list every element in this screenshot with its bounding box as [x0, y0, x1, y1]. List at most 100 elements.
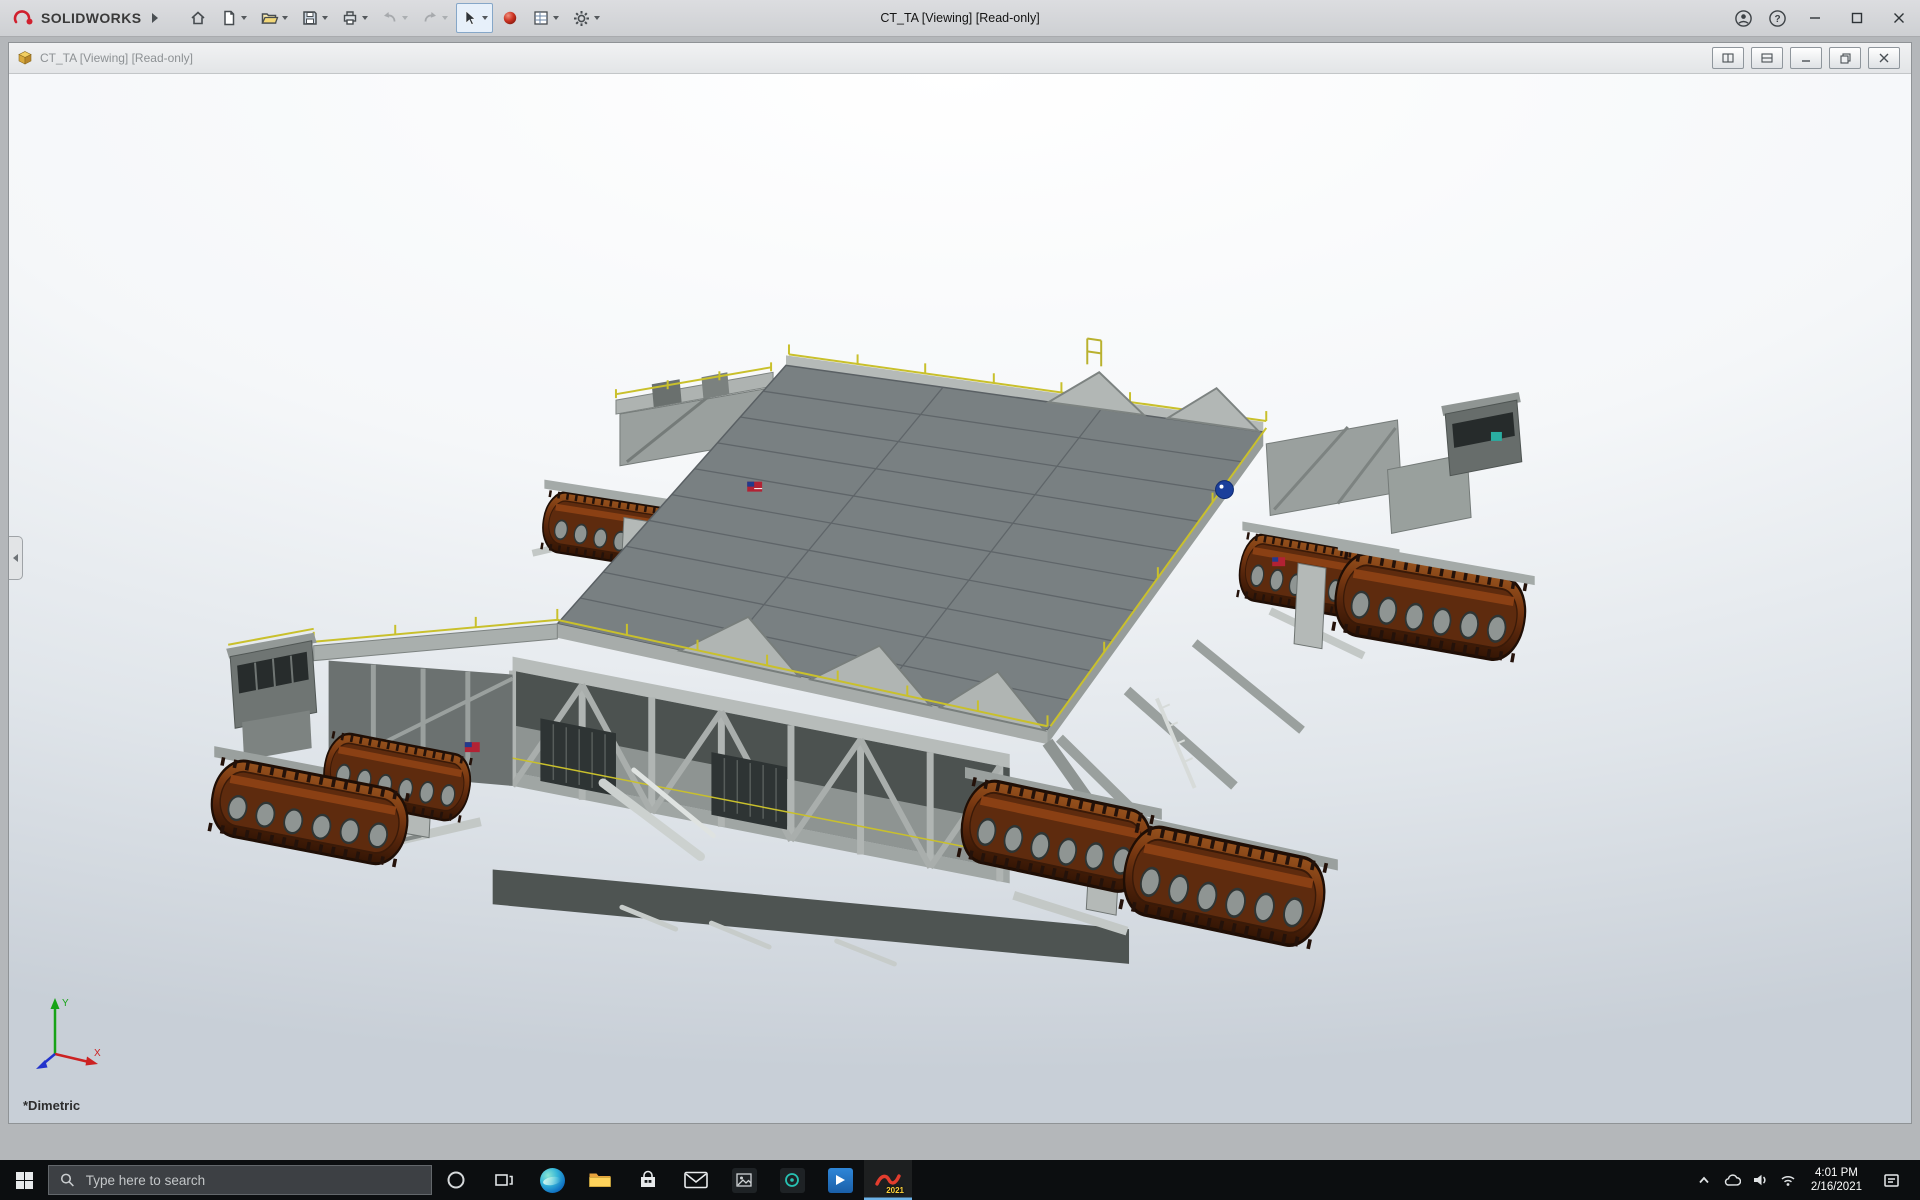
appearance-button[interactable]: [496, 3, 524, 33]
task-view-button[interactable]: [480, 1160, 528, 1200]
gear-icon: [572, 9, 591, 28]
crawler-transporter-model[interactable]: [9, 74, 1911, 1123]
minimize-button[interactable]: [1794, 0, 1836, 36]
doc-pane-button-1[interactable]: [1712, 47, 1744, 69]
media-app-button[interactable]: [768, 1160, 816, 1200]
dropdown-arrow-icon[interactable]: [282, 16, 288, 20]
windows-start-icon: [16, 1172, 33, 1189]
taskbar-search[interactable]: [48, 1165, 432, 1195]
print-icon: [341, 9, 359, 27]
cortana-icon: [445, 1169, 467, 1191]
help-button[interactable]: ?: [1760, 0, 1794, 36]
movies-app-button[interactable]: [816, 1160, 864, 1200]
document-window-controls: [1712, 47, 1903, 69]
y-axis-label: Y: [62, 998, 69, 1009]
search-icon: [60, 1172, 75, 1188]
dropdown-arrow-icon[interactable]: [241, 16, 247, 20]
doc-pane-button-2[interactable]: [1751, 47, 1783, 69]
dropdown-arrow-icon[interactable]: [553, 16, 559, 20]
menu-expand-icon[interactable]: [152, 13, 158, 23]
dropdown-arrow-icon[interactable]: [362, 16, 368, 20]
clock-date: 2/16/2021: [1811, 1180, 1862, 1194]
media-icon: [780, 1168, 805, 1193]
solidworks-version-badge: 2021: [886, 1186, 904, 1195]
model-viewport[interactable]: Y X *Dimetric: [9, 74, 1911, 1123]
mail-button[interactable]: [672, 1160, 720, 1200]
open-folder-icon: [260, 9, 279, 27]
onedrive-button[interactable]: [1718, 1160, 1746, 1200]
pane-icon: [1761, 53, 1773, 63]
network-button[interactable]: [1774, 1160, 1802, 1200]
save-icon: [301, 9, 319, 27]
minimize-icon: [1801, 53, 1811, 63]
brand-text: SOLIDWORKS: [41, 10, 141, 26]
open-document-button[interactable]: [255, 3, 293, 33]
start-button[interactable]: [0, 1160, 48, 1200]
doc-minimize-button[interactable]: [1790, 47, 1822, 69]
help-icon: ?: [1768, 9, 1787, 28]
quick-access-toolbar: [184, 3, 605, 33]
dropdown-arrow-icon[interactable]: [482, 16, 488, 20]
edge-button[interactable]: [528, 1160, 576, 1200]
photos-icon: [732, 1168, 757, 1193]
sheet-icon: [532, 9, 550, 27]
solidworks-application: SOLIDWORKS: [0, 0, 1920, 1200]
titlebar-right-controls: ?: [1726, 0, 1920, 36]
x-axis-label: X: [94, 1048, 101, 1059]
select-tool-button[interactable]: [456, 3, 493, 33]
close-button[interactable]: [1878, 0, 1920, 36]
print-button[interactable]: [336, 3, 373, 33]
pane-icon: [1722, 53, 1734, 63]
document-titlebar[interactable]: CT_TA [Viewing] [Read-only]: [9, 43, 1911, 74]
task-view-icon: [494, 1171, 514, 1189]
store-button[interactable]: [624, 1160, 672, 1200]
new-document-icon: [220, 9, 238, 27]
solidworks-logo[interactable]: SOLIDWORKS: [0, 8, 168, 28]
featuremanager-collapse-handle[interactable]: [9, 536, 23, 580]
assembly-document-icon: [17, 50, 33, 66]
redo-button[interactable]: [416, 3, 453, 33]
hidden-icons-button[interactable]: [1690, 1160, 1718, 1200]
evaluate-sheet-button[interactable]: [527, 3, 564, 33]
cortana-button[interactable]: [432, 1160, 480, 1200]
minimize-icon: [1809, 12, 1821, 24]
account-icon: [1734, 9, 1753, 28]
app-titlebar: SOLIDWORKS: [0, 0, 1920, 37]
y-axis-icon: [51, 998, 60, 1009]
photos-app-button[interactable]: [720, 1160, 768, 1200]
close-icon: [1893, 12, 1905, 24]
ds-logo-icon: [12, 8, 34, 28]
solidworks-taskbar-button[interactable]: 2021: [864, 1160, 912, 1200]
doc-restore-button[interactable]: [1829, 47, 1861, 69]
model-rear-right-tracks[interactable]: [1235, 521, 1535, 663]
chevron-up-icon: [1697, 1174, 1711, 1186]
dropdown-arrow-icon[interactable]: [322, 16, 328, 20]
doc-close-button[interactable]: [1868, 47, 1900, 69]
action-center-button[interactable]: [1871, 1160, 1913, 1200]
select-cursor-icon: [461, 9, 479, 27]
taskbar-clock[interactable]: 4:01 PM 2/16/2021: [1802, 1166, 1871, 1194]
file-explorer-button[interactable]: [576, 1160, 624, 1200]
restore-icon: [1840, 53, 1851, 64]
dropdown-arrow-icon[interactable]: [402, 16, 408, 20]
maximize-button[interactable]: [1836, 0, 1878, 36]
file-explorer-icon: [588, 1170, 612, 1190]
volume-button[interactable]: [1746, 1160, 1774, 1200]
new-document-button[interactable]: [215, 3, 252, 33]
dropdown-arrow-icon[interactable]: [594, 16, 600, 20]
home-button[interactable]: [184, 3, 212, 33]
maximize-icon: [1851, 12, 1863, 24]
undo-button[interactable]: [376, 3, 413, 33]
model-right-end-structure[interactable]: [1266, 392, 1522, 533]
undo-icon: [381, 9, 399, 27]
windows-taskbar: 2021 4:01 PM: [0, 1160, 1920, 1200]
store-icon: [637, 1169, 659, 1191]
search-input[interactable]: [84, 1172, 420, 1189]
speaker-icon: [1752, 1172, 1768, 1188]
action-center-icon: [1883, 1172, 1901, 1189]
dropdown-arrow-icon[interactable]: [442, 16, 448, 20]
account-button[interactable]: [1726, 0, 1760, 36]
options-button[interactable]: [567, 3, 605, 33]
save-button[interactable]: [296, 3, 333, 33]
movies-icon: [828, 1168, 853, 1193]
